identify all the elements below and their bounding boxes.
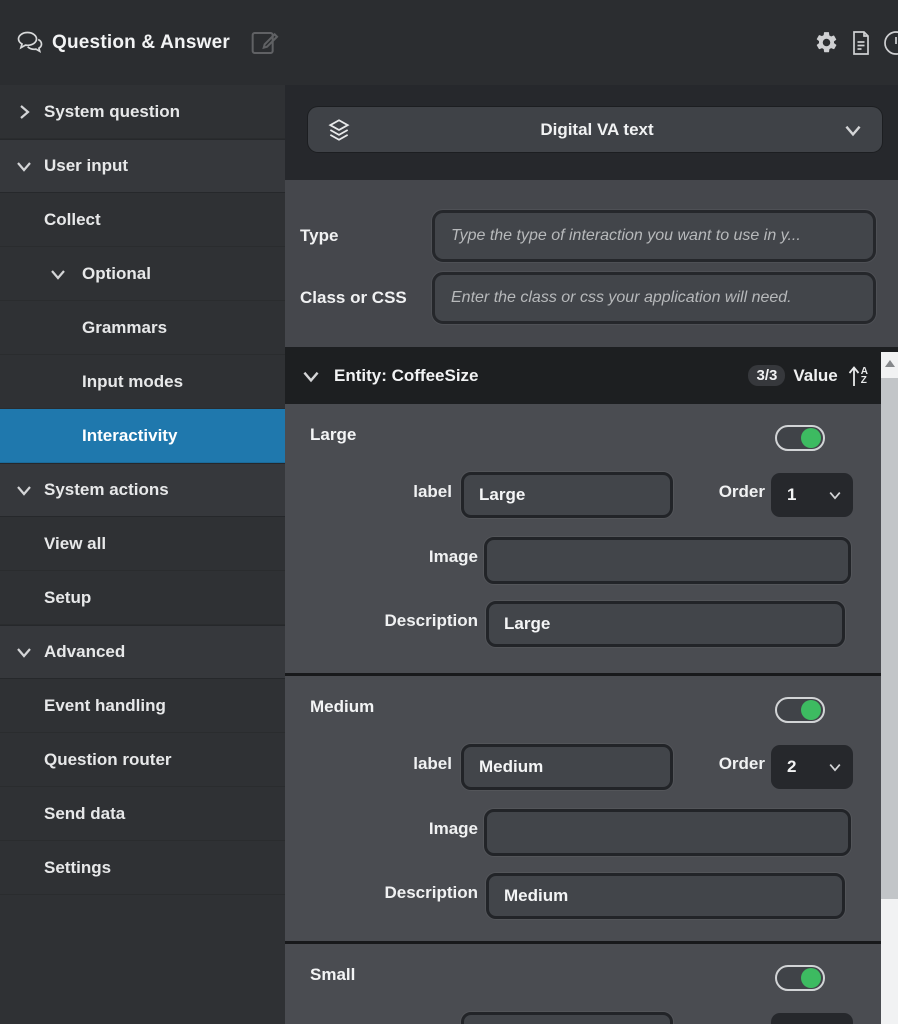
entity-enabled-toggle[interactable] [775,425,825,451]
class-or-css-label: Class or CSS [300,288,407,308]
chevron-right-icon [14,102,36,122]
page-title: Question & Answer [52,32,230,54]
sidebar-item-grammars[interactable]: Grammars [0,301,285,355]
sidebar-item-event-handling[interactable]: Event handling [0,679,285,733]
sidebar-item-optional[interactable]: Optional [0,247,285,301]
entity-enabled-toggle[interactable] [775,697,825,723]
sidebar-item-question-router[interactable]: Question router [0,733,285,787]
chevron-down-icon [48,264,70,284]
interaction-form: Type Class or CSS [285,180,898,347]
description-field-label: Description [285,883,478,903]
description-input[interactable] [486,601,845,647]
channel-selector-dropdown[interactable]: Digital VA text [308,107,882,152]
chevron-down-icon [842,119,864,141]
layers-icon [326,117,352,143]
document-icon[interactable] [849,30,873,56]
entity-title: Entity: CoffeeSize [334,366,479,386]
class-or-css-input[interactable] [432,272,876,324]
sort-az-icon[interactable]: A Z [848,365,868,387]
chevron-down-icon [827,487,843,503]
entity-name: Large [310,425,356,445]
chat-bubbles-icon [14,29,44,56]
sidebar-item-system-question[interactable]: System question [0,85,285,139]
top-bar: Question & Answer [0,0,898,85]
chevron-down-icon [14,156,36,176]
sidebar-item-settings[interactable]: Settings [0,841,285,895]
entity-name: Medium [310,697,374,717]
sidebar-item-view-all[interactable]: View all [0,517,285,571]
sidebar-item-input-modes[interactable]: Input modes [0,355,285,409]
image-field-label: Image [285,547,478,567]
main-panel: Digital VA text Type Class or CSS Entity… [285,85,898,1024]
help-circle-icon[interactable] [883,30,898,56]
triangle-up-icon [885,360,895,367]
toggle-knob [801,968,821,988]
scrollbar-thumb[interactable] [881,378,898,899]
sidebar-item-interactivity[interactable]: Interactivity [0,409,285,463]
sidebar-item-send-data[interactable]: Send data [0,787,285,841]
chevron-down-icon [14,642,36,662]
entity-section-small: Small [285,944,898,1024]
app-window: Question & Answer [0,0,898,1024]
label-input[interactable] [461,472,673,518]
settings-gear-icon[interactable] [814,30,839,55]
image-input[interactable] [484,537,851,584]
type-input[interactable] [432,210,876,262]
entity-count-badge: 3/3 [748,365,785,386]
toggle-knob [801,428,821,448]
sidebar-item-advanced[interactable]: Advanced [0,625,285,679]
sidebar-item-user-input[interactable]: User input [0,139,285,193]
label-field-label: label [285,482,452,502]
sort-label: Value [793,366,837,386]
order-dropdown[interactable]: 1 [771,473,853,517]
label-field-label: label [285,754,452,774]
sidebar-item-setup[interactable]: Setup [0,571,285,625]
entity-header[interactable]: Entity: CoffeeSize 3/3 Value A Z [285,347,898,404]
type-label: Type [300,226,338,246]
sidebar-item-collect[interactable]: Collect [0,193,285,247]
sidebar-item-system-actions[interactable]: System actions [0,463,285,517]
label-input[interactable] [461,744,673,790]
entity-enabled-toggle[interactable] [775,965,825,991]
chevron-down-icon [300,365,322,387]
order-dropdown[interactable] [771,1013,853,1024]
image-input[interactable] [484,809,851,856]
image-field-label: Image [285,819,478,839]
entity-name: Small [310,965,355,985]
order-field-label: Order [681,482,765,502]
chevron-down-icon [827,759,843,775]
description-input[interactable] [486,873,845,919]
chevron-down-icon [14,480,36,500]
sidebar-nav: System question User input Collect Optio… [0,85,285,1024]
entity-section-medium: Medium label Order 2 Image Description [285,676,898,941]
channel-selector-value: Digital VA text [352,120,842,140]
order-field-label: Order [681,754,765,774]
entity-section-large: Large label Order 1 Image Description [285,404,898,673]
toggle-knob [801,700,821,720]
order-dropdown[interactable]: 2 [771,745,853,789]
label-input[interactable] [461,1012,673,1024]
scrollbar-up-button[interactable] [881,352,898,375]
edit-icon[interactable] [248,27,280,59]
vertical-scrollbar[interactable] [881,352,898,1024]
description-field-label: Description [285,611,478,631]
